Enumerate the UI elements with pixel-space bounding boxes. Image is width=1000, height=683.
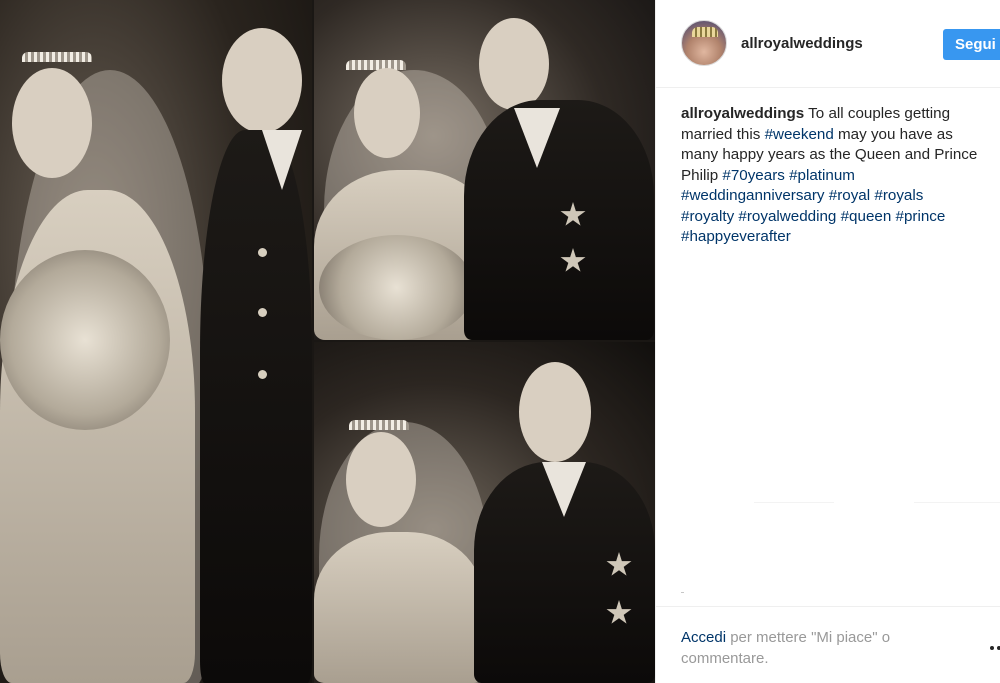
login-prompt: Accedi per mettere "Mi piace" o commenta… [681,627,951,669]
caption-text: married this [681,125,765,143]
caption-text: To all couples getting [804,105,951,122]
hashtag-link[interactable]: #weekend [765,126,834,143]
caption-text: Philip [681,166,723,184]
wedding-photo-bottom-right [314,342,655,683]
caption-author-link[interactable]: allroyalweddings [681,105,804,122]
post-side-panel: allroyalweddings Segui allroyalweddings … [655,0,1000,683]
hashtag-link[interactable]: #royals [874,187,923,204]
wedding-photo-large [0,0,312,683]
hashtag-link[interactable]: #royalty [681,208,734,225]
caption-text: may you have as [833,125,953,143]
caption-line: #royalty #royalwedding #queen #prince [681,207,1000,228]
caption-line: allroyalweddings To all couples getting [681,104,1000,125]
wedding-photo-top-right [314,0,655,340]
post-image[interactable] [0,0,655,683]
divider [681,592,684,593]
caption-line: #happyeverafter [681,227,1000,248]
login-prompt-text: per mettere "Mi piace" o [726,629,891,646]
caption-line: many happy years as the Queen and Prince [681,145,1000,166]
hashtag-link[interactable]: #queen [841,208,892,225]
hashtag-link[interactable]: #royal [829,187,870,204]
divider [754,502,834,503]
divider [914,502,1000,503]
more-options-icon[interactable] [990,643,1000,653]
caption-line: married this #weekend may you have as [681,125,1000,146]
hashtag-link[interactable]: #royalwedding [738,208,836,225]
caption-line: Philip #70years #platinum [681,166,1000,187]
crown-icon [692,27,718,37]
hashtag-link[interactable]: #prince [896,208,946,225]
hashtag-link[interactable]: #platinum [789,167,855,184]
username-link[interactable]: allroyalweddings [741,35,863,52]
avatar[interactable] [681,20,727,66]
post-header: allroyalweddings Segui [656,0,1000,88]
login-prompt-text-end: commentare. [681,650,769,667]
hashtag-link[interactable]: #70years [722,167,784,184]
post-caption: allroyalweddings To all couples getting … [681,104,1000,248]
login-link[interactable]: Accedi [681,629,726,646]
hashtag-link[interactable]: #weddinganniversary [681,187,825,204]
post-footer: Accedi per mettere "Mi piace" o commenta… [656,606,1000,683]
follow-button[interactable]: Segui [943,29,1000,60]
caption-text: many happy years as the Queen and Prince [681,146,978,163]
caption-line: #weddinganniversary #royal #royals [681,186,1000,207]
hashtag-link[interactable]: #happyeverafter [681,228,791,245]
